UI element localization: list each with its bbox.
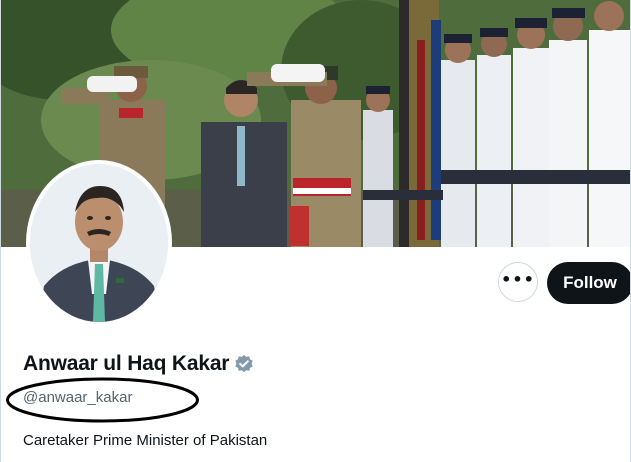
more-options-button[interactable]: ••• bbox=[498, 262, 538, 302]
profile-handle: @anwaar_kakar bbox=[23, 389, 133, 406]
profile-avatar[interactable] bbox=[26, 160, 172, 326]
display-name: Anwaar ul Haq Kakar bbox=[23, 352, 230, 375]
profile-bio: Caretaker Prime Minister of Pakistan bbox=[23, 432, 268, 449]
display-name-row: Anwaar ul Haq Kakar bbox=[23, 352, 254, 376]
more-options-icon: ••• bbox=[501, 269, 535, 289]
follow-button[interactable]: Follow bbox=[547, 262, 630, 304]
profile-page: ••• Follow Anwaar ul Haq Kakar @anwaar_k… bbox=[0, 0, 631, 462]
verified-badge-icon[interactable] bbox=[234, 354, 254, 374]
